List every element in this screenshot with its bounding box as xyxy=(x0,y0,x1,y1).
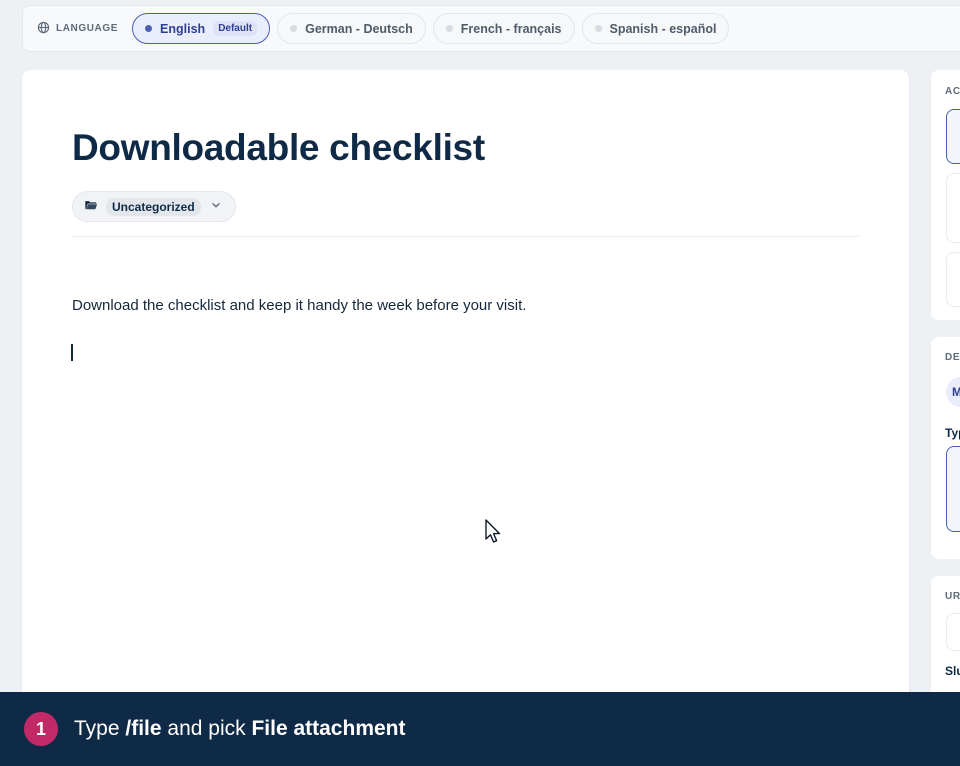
sidebar-access-card: AC xyxy=(931,70,960,320)
sidebar-section-label: AC xyxy=(945,86,960,97)
sidebar-details-card: DE M Typ xyxy=(931,337,960,559)
sidebar-url-card: UR Slu xyxy=(931,576,960,706)
page-title[interactable]: Downloadable checklist xyxy=(72,127,485,169)
language-name: English xyxy=(160,21,206,36)
default-badge: Default xyxy=(213,21,258,36)
language-name: French - français xyxy=(460,21,562,36)
mouse-pointer-icon xyxy=(484,519,504,545)
caption-prefix: Type xyxy=(74,717,126,740)
language-name: German - Deutsch xyxy=(305,21,413,36)
language-tab-spanish[interactable]: Spanish - español xyxy=(581,13,730,44)
category-selector[interactable]: Uncategorized xyxy=(72,191,236,222)
language-name: Spanish - español xyxy=(609,21,717,36)
sidebar-section-label: UR xyxy=(945,591,960,602)
language-tab-english[interactable]: English Default xyxy=(132,13,271,44)
instruction-text: Type /file and pick File attachment xyxy=(74,717,406,741)
dot-icon xyxy=(445,25,453,32)
sidebar-option[interactable] xyxy=(946,252,960,307)
dot-icon xyxy=(290,25,298,32)
text-caret xyxy=(71,344,73,361)
caption-target: File attachment xyxy=(251,717,406,740)
sidebar-field-label: Typ xyxy=(945,426,960,440)
active-dot-icon xyxy=(145,25,153,32)
language-label: LANGUAGE xyxy=(37,21,118,37)
sidebar-url-field[interactable] xyxy=(946,613,960,651)
step-number-badge: 1 xyxy=(24,712,58,746)
dot-icon xyxy=(594,25,602,32)
language-tab-german[interactable]: German - Deutsch xyxy=(277,13,426,44)
sidebar-chip[interactable]: M xyxy=(946,377,960,407)
editor-card: Downloadable checklist Uncategorized Dow… xyxy=(22,70,909,710)
folder-icon xyxy=(84,198,98,215)
sidebar-field-label: Slu xyxy=(945,664,960,678)
language-bar: LANGUAGE English Default German - Deutsc… xyxy=(22,5,960,52)
category-label: Uncategorized xyxy=(106,197,201,216)
language-tab-french[interactable]: French - français xyxy=(432,13,575,44)
sidebar-option[interactable] xyxy=(946,173,960,243)
sidebar-option-selected[interactable] xyxy=(946,109,960,164)
language-label-text: LANGUAGE xyxy=(56,23,119,34)
chevron-down-icon xyxy=(209,198,223,215)
title-divider xyxy=(72,236,859,237)
caption-middle: and pick xyxy=(161,717,252,740)
instruction-caption: 1 Type /file and pick File attachment xyxy=(0,692,960,766)
editor-paragraph[interactable]: Download the checklist and keep it handy… xyxy=(72,297,526,314)
sidebar-section-label: DE xyxy=(945,352,960,363)
sidebar-type-option[interactable] xyxy=(946,446,960,532)
globe-icon xyxy=(37,21,50,37)
caption-command: /file xyxy=(125,717,162,740)
